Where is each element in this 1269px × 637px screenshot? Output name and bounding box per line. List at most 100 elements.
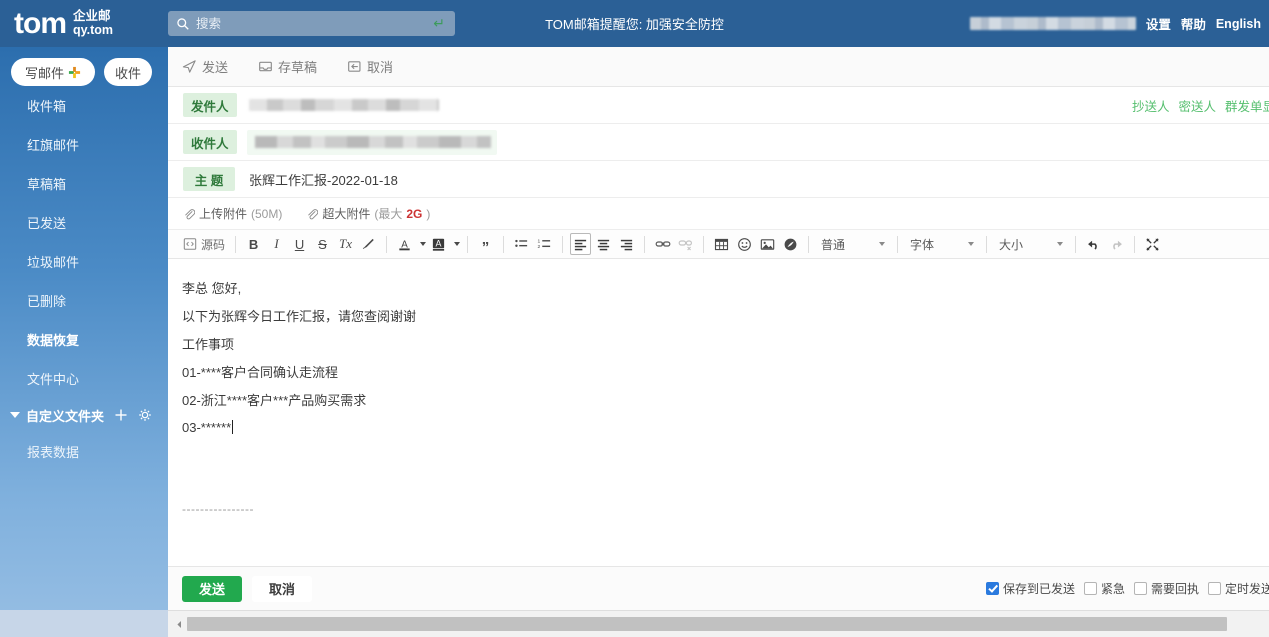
insert-emoji-button[interactable] <box>734 233 755 255</box>
checkbox-scheduled-send[interactable] <box>1208 582 1221 595</box>
recipient-input[interactable] <box>247 130 497 155</box>
compose-footer: 发送 取消 保存到已发送 紧急 需要回执 定时发送 <box>168 566 1269 610</box>
enter-arrow-icon[interactable]: ↵ <box>433 15 447 32</box>
redo-button[interactable] <box>1106 233 1127 255</box>
sidebar-item-inbox[interactable]: 收件箱 <box>0 86 168 125</box>
sidebar-label-file-center: 文件中心 <box>27 369 79 388</box>
cc-link[interactable]: 抄送人 <box>1132 96 1170 115</box>
triangle-down-icon[interactable] <box>10 412 20 418</box>
toolbar-save-draft-label: 存草稿 <box>278 57 317 76</box>
cancel-button[interactable]: 取消 <box>252 576 312 602</box>
sidebar-item-spam[interactable]: 垃圾邮件 <box>0 242 168 281</box>
toolbar-save-draft-button[interactable]: 存草稿 <box>258 57 317 76</box>
remove-format-button[interactable]: Tx <box>335 233 356 255</box>
scrollbar-track[interactable] <box>187 617 1269 631</box>
horizontal-scrollbar[interactable] <box>168 610 1269 637</box>
format-painter-button[interactable] <box>358 233 379 255</box>
sidebar-item-sent[interactable]: 已发送 <box>0 203 168 242</box>
search-input[interactable] <box>190 17 433 31</box>
sidebar-item-report-data[interactable]: 报表数据 <box>0 432 168 471</box>
sidebar-item-flagged[interactable]: 红旗邮件 <box>0 125 168 164</box>
bold-button[interactable]: B <box>243 233 264 255</box>
large-attachment-prefix: (最大 <box>374 205 402 222</box>
svg-text:2: 2 <box>537 243 540 249</box>
signature-icon <box>783 237 798 252</box>
unlink-button[interactable] <box>675 233 696 255</box>
toolbar-send-button[interactable]: 发送 <box>182 57 228 76</box>
header-link-english[interactable]: English <box>1216 17 1261 31</box>
font-family-select[interactable]: 字体 <box>905 234 979 255</box>
undo-button[interactable] <box>1083 233 1104 255</box>
large-attachment-button[interactable]: 超大附件 (最大 2G ) <box>306 205 430 222</box>
option-scheduled-send[interactable]: 定时发送 <box>1208 580 1269 597</box>
checkbox-save-to-sent[interactable] <box>986 582 999 595</box>
background-color-icon: A <box>431 237 446 252</box>
align-left-button[interactable] <box>570 233 591 255</box>
email-body-editor[interactable]: 李总 您好, 以下为张辉今日工作汇报，请您查阅谢谢 工作事项 01-****客户… <box>168 259 1269 545</box>
text-color-icon: A <box>397 237 412 252</box>
receive-mail-button[interactable]: 收件 <box>104 58 152 86</box>
sidebar-item-drafts[interactable]: 草稿箱 <box>0 164 168 203</box>
toolbar-cancel-button[interactable]: 取消 <box>347 57 393 76</box>
sidebar-item-deleted[interactable]: 已删除 <box>0 281 168 320</box>
align-center-icon <box>596 237 611 252</box>
chevron-left-icon[interactable] <box>171 616 187 632</box>
bullet-list-button[interactable] <box>511 233 532 255</box>
plus-icon[interactable] <box>114 408 128 422</box>
option-read-receipt[interactable]: 需要回执 <box>1134 580 1199 597</box>
background-color-button[interactable]: A <box>428 233 449 255</box>
option-urgent[interactable]: 紧急 <box>1084 580 1125 597</box>
strikethrough-button[interactable]: S <box>312 233 333 255</box>
brand-line-2: qy.tom <box>73 24 113 38</box>
header-link-help[interactable]: 帮助 <box>1181 14 1206 33</box>
unlink-icon <box>678 236 694 252</box>
chevron-down-icon[interactable] <box>420 242 426 246</box>
bullet-list-icon <box>514 237 529 252</box>
cc-link-group: 抄送人 密送人 群发单显 <box>1132 87 1269 124</box>
upload-attachment-button[interactable]: 上传附件 (50M) <box>183 205 282 222</box>
sidebar-item-custom-folders[interactable]: 自定义文件夹 <box>0 398 168 432</box>
brand-logo[interactable]: tom 企业邮 qy.tom <box>0 0 170 47</box>
paragraph-format-select[interactable]: 普通 <box>816 234 890 255</box>
align-right-button[interactable] <box>616 233 637 255</box>
chevron-down-icon[interactable] <box>454 242 460 246</box>
align-center-button[interactable] <box>593 233 614 255</box>
search-box[interactable]: ↵ <box>168 11 455 36</box>
underline-button[interactable]: U <box>289 233 310 255</box>
subject-input[interactable]: 张辉工作汇报-2022-01-18 <box>249 170 398 189</box>
header-link-settings[interactable]: 设置 <box>1146 14 1171 33</box>
upload-attachment-label: 上传附件 <box>199 205 247 222</box>
text-color-button[interactable]: A <box>394 233 415 255</box>
separate-send-link[interactable]: 群发单显 <box>1225 96 1269 115</box>
body-line: 02-浙江****客户***产品购买需求 <box>182 385 1269 413</box>
undo-icon <box>1086 237 1101 252</box>
signature-button[interactable] <box>780 233 801 255</box>
checkbox-urgent[interactable] <box>1084 582 1097 595</box>
receive-mail-label: 收件 <box>115 63 141 82</box>
option-save-to-sent[interactable]: 保存到已发送 <box>986 580 1075 597</box>
option-label-read-receipt: 需要回执 <box>1151 580 1199 597</box>
numbered-list-button[interactable]: 1 2 <box>534 233 555 255</box>
link-icon <box>655 236 671 252</box>
font-size-select[interactable]: 大小 <box>994 234 1068 255</box>
sidebar-item-file-center[interactable]: 文件中心 <box>0 359 168 398</box>
sidebar-item-data-recovery[interactable]: 数据恢复 <box>0 320 168 359</box>
source-code-button[interactable]: 源码 <box>180 236 228 253</box>
compose-mail-label: 写邮件 <box>25 63 64 82</box>
insert-table-button[interactable] <box>711 233 732 255</box>
italic-button[interactable]: I <box>266 233 287 255</box>
send-button[interactable]: 发送 <box>182 576 242 602</box>
fullscreen-button[interactable] <box>1142 233 1163 255</box>
insert-image-button[interactable] <box>757 233 778 255</box>
sender-value-masked[interactable] <box>249 99 439 111</box>
bcc-link[interactable]: 密送人 <box>1178 96 1216 115</box>
gear-icon[interactable] <box>138 408 152 422</box>
brand-name: tom <box>14 9 66 39</box>
sidebar-label-sent: 已发送 <box>27 213 66 232</box>
compose-mail-button[interactable]: 写邮件 <box>11 58 95 86</box>
blockquote-button[interactable]: ” <box>475 233 496 255</box>
checkbox-read-receipt[interactable] <box>1134 582 1147 595</box>
sidebar-label-data-recovery: 数据恢复 <box>27 330 79 349</box>
scrollbar-thumb[interactable] <box>187 617 1227 631</box>
insert-link-button[interactable] <box>652 233 673 255</box>
